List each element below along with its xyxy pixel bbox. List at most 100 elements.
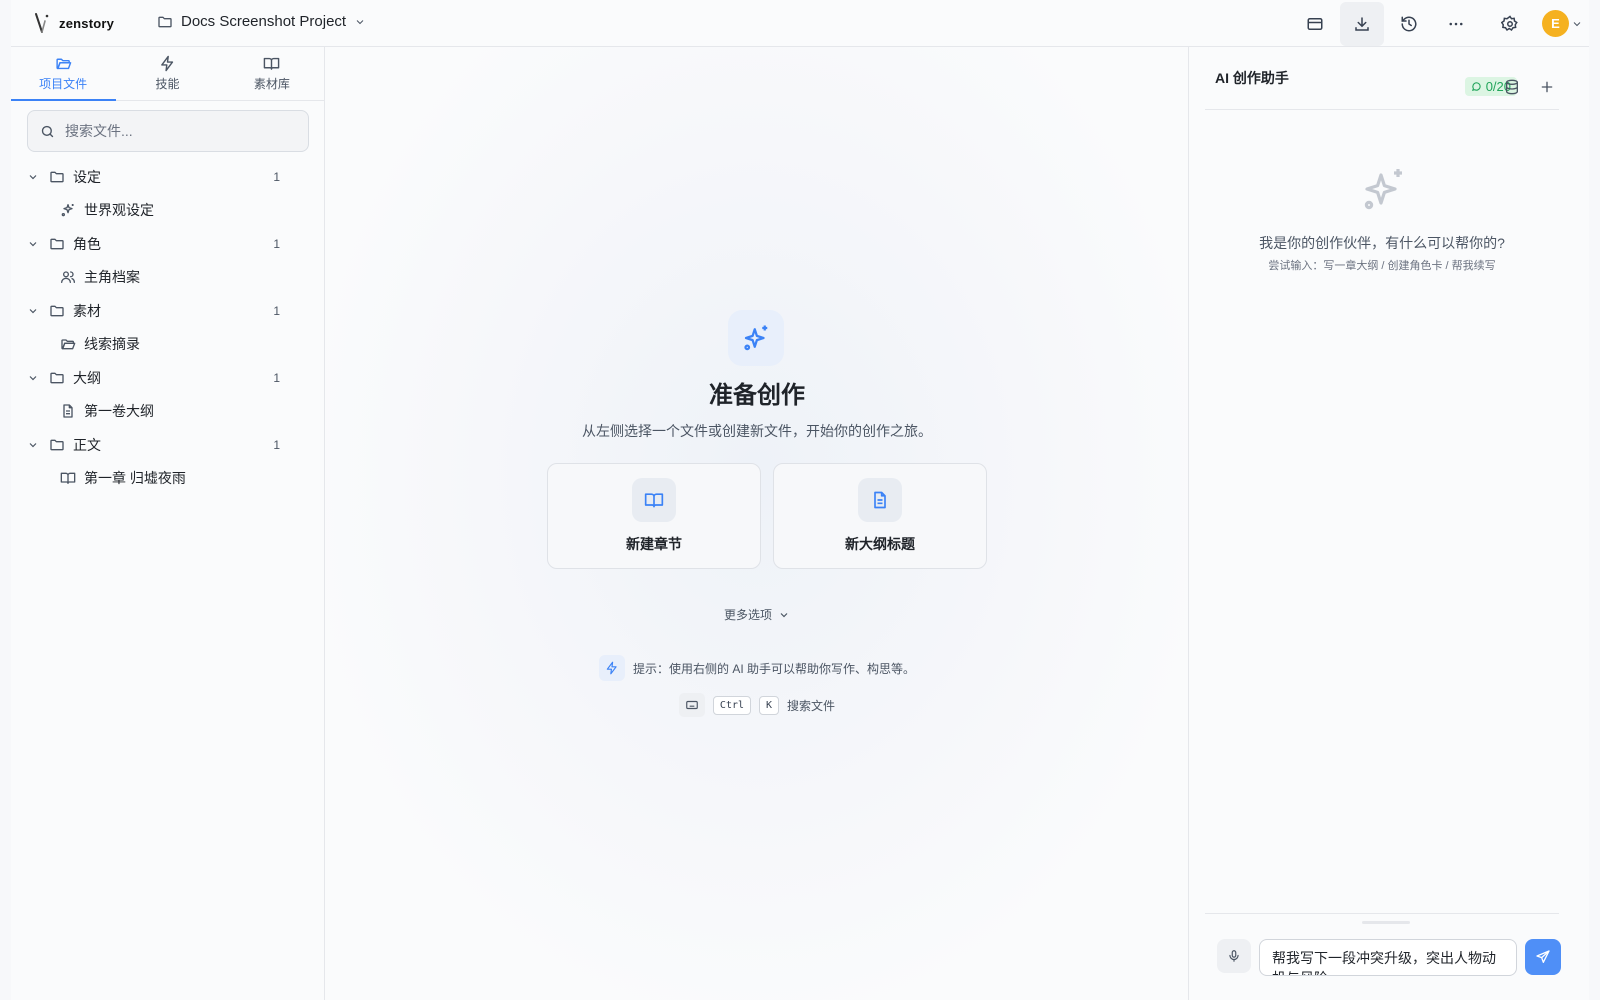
user-menu[interactable]: E xyxy=(1542,10,1583,37)
tree-folder[interactable]: 正文 1 xyxy=(11,428,325,461)
settings-button[interactable] xyxy=(1488,2,1532,46)
folder-count: 1 xyxy=(273,236,280,251)
tab-label: 项目文件 xyxy=(39,77,88,91)
folder-count: 1 xyxy=(273,437,280,452)
database-icon xyxy=(1506,79,1518,95)
tab-project-files[interactable]: 项目文件 xyxy=(11,47,117,101)
page-subtitle: 从左侧选择一个文件或创建新文件，开始你的创作之旅。 xyxy=(582,423,932,439)
tree-file[interactable]: 第一卷大纲 xyxy=(11,394,325,428)
microphone-icon xyxy=(1229,950,1239,962)
new-outline-button[interactable]: 新大纲标题 xyxy=(773,463,987,569)
keyboard-icon xyxy=(686,700,698,710)
history-icon xyxy=(1401,16,1417,31)
folder-icon xyxy=(50,439,64,450)
tab-material-library[interactable]: 素材库 xyxy=(220,47,324,100)
export-button[interactable] xyxy=(1340,1,1384,46)
settings-icon xyxy=(1501,14,1518,31)
download-icon xyxy=(1355,16,1369,31)
card-label: 新大纲标题 xyxy=(845,536,915,552)
left-sidebar: 项目文件 技能 素材库 设定 1 xyxy=(11,47,325,1000)
sparkle-icon xyxy=(61,204,74,217)
database-button[interactable] xyxy=(1502,77,1522,97)
sparkle-icon xyxy=(1364,169,1402,210)
tree-folder[interactable]: 素材 1 xyxy=(11,294,325,327)
card-icon-box xyxy=(632,478,676,522)
file-label: 世界观设定 xyxy=(84,202,154,218)
tree-folder[interactable]: 角色 1 xyxy=(11,227,325,260)
search-input[interactable] xyxy=(65,123,285,139)
folder-label: 角色 xyxy=(73,235,101,252)
send-button[interactable] xyxy=(1525,939,1561,975)
tree-file[interactable]: 世界观设定 xyxy=(11,193,325,227)
project-selector[interactable]: Docs Screenshot Project xyxy=(157,13,366,30)
more-icon xyxy=(1449,22,1463,25)
logo[interactable]: zenstory xyxy=(33,12,114,34)
tip-badge xyxy=(598,655,625,681)
folder-label: 大纲 xyxy=(73,369,101,386)
chevron-down-icon[interactable] xyxy=(27,305,39,317)
file-label: 线索摘录 xyxy=(84,336,140,352)
folder-open-icon xyxy=(56,58,71,70)
assistant-title: AI 创作助手 xyxy=(1215,70,1289,86)
send-icon xyxy=(1536,950,1550,963)
chevron-down-icon xyxy=(356,19,364,24)
folder-label: 正文 xyxy=(73,436,101,453)
page-title: 准备创作 xyxy=(709,380,805,409)
tree-file[interactable]: 线索摘录 xyxy=(11,327,325,361)
folder-count: 1 xyxy=(273,169,280,184)
tip: 提示：使用右侧的 AI 助手可以帮助你写作、构思等。 xyxy=(326,655,1188,681)
tree-folder[interactable]: 设定 1 xyxy=(11,160,325,193)
voice-input-button[interactable] xyxy=(1217,939,1251,973)
card-label: 新建章节 xyxy=(626,536,682,552)
tree-file[interactable]: 第一章 归墟夜雨 xyxy=(11,461,325,495)
project-name: Docs Screenshot Project xyxy=(181,13,347,30)
logo-icon xyxy=(35,13,49,33)
file-search xyxy=(27,110,309,152)
shortcut-label: 搜索文件 xyxy=(787,698,836,713)
editor-empty-state: 准备创作 从左侧选择一个文件或创建新文件，开始你的创作之旅。 新建章节 新大纲标… xyxy=(326,47,1188,1000)
app-window: zenstory Docs Screenshot Project E 项目文件 … xyxy=(11,0,1589,1000)
assistant-empty-hint: 尝试输入：写一章大纲 / 创建角色卡 / 帮我续写 xyxy=(1268,260,1496,272)
chevron-down-icon xyxy=(780,612,788,617)
assistant-empty-title: 我是你的创作伙伴，有什么可以帮你的? xyxy=(1259,235,1505,251)
document-icon xyxy=(874,491,886,509)
chevron-down-icon[interactable] xyxy=(27,439,39,451)
chat-bubble-icon xyxy=(1471,82,1481,91)
window-icon xyxy=(1307,17,1323,30)
lightning-icon xyxy=(606,661,617,675)
logo-text: zenstory xyxy=(59,15,115,31)
file-tree: 设定 1 世界观设定 角色 1 主角档案 素材 1 线索摘录 大纲 1 第一卷大… xyxy=(11,160,325,495)
history-button[interactable] xyxy=(1387,2,1431,46)
document-icon xyxy=(63,404,73,418)
tip-text: 提示：使用右侧的 AI 助手可以帮助你写作、构思等。 xyxy=(632,661,915,676)
folder-icon xyxy=(50,305,64,316)
folder-label: 素材 xyxy=(73,302,101,319)
search-icon xyxy=(41,125,54,137)
tree-file[interactable]: 主角档案 xyxy=(11,260,325,294)
hero-badge xyxy=(728,310,784,366)
book-icon xyxy=(644,493,664,508)
folder-label: 设定 xyxy=(73,168,101,185)
key-k: K xyxy=(759,695,780,715)
chat-input[interactable]: 帮我写下一段冲突升级，突出人物动机与风险 xyxy=(1259,939,1517,976)
ai-assistant-panel: AI 创作助手 0/20 我是你的创作伙伴，有什么可以帮你的? 尝试输入：写一章… xyxy=(1188,47,1589,1000)
layout-button[interactable] xyxy=(1293,2,1337,46)
keyboard-badge xyxy=(678,693,705,717)
new-chapter-button[interactable]: 新建章节 xyxy=(547,463,761,569)
resize-handle[interactable] xyxy=(1362,921,1410,924)
chevron-down-icon[interactable] xyxy=(27,171,39,183)
folder-count: 1 xyxy=(273,370,280,385)
more-options-button[interactable]: 更多选项 xyxy=(326,606,1188,623)
tree-folder[interactable]: 大纲 1 xyxy=(11,361,325,394)
book-icon xyxy=(264,57,280,70)
chevron-down-icon[interactable] xyxy=(27,238,39,250)
file-label: 主角档案 xyxy=(84,269,140,285)
more-options-label: 更多选项 xyxy=(723,608,772,622)
top-bar: zenstory Docs Screenshot Project E xyxy=(11,0,1589,47)
users-icon xyxy=(61,271,75,283)
tab-skills[interactable]: 技能 xyxy=(115,47,219,100)
shortcut-hint: Ctrl K 搜索文件 xyxy=(326,693,1188,717)
chevron-down-icon[interactable] xyxy=(27,372,39,384)
more-button[interactable] xyxy=(1434,2,1478,46)
new-chat-button[interactable] xyxy=(1537,77,1557,97)
